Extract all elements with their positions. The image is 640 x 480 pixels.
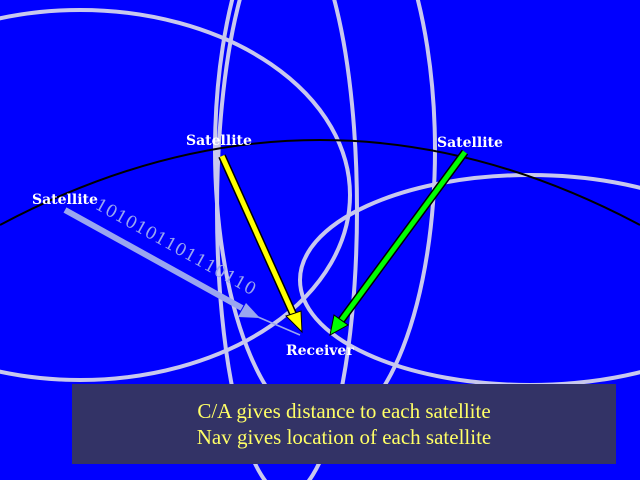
caption-line-1: C/A gives distance to each satellite	[197, 399, 491, 423]
satellite-label-left: Satellite	[32, 192, 98, 208]
receiver-label: Receiver	[286, 343, 354, 359]
left-signal-arrow	[63, 207, 301, 336]
satellite-label-center: Satellite	[186, 133, 252, 149]
nav-bitstream-text: 1010101101110110	[92, 195, 260, 300]
satellite-label-right: Satellite	[437, 135, 503, 151]
caption-line-2: Nav gives location of each satellite	[196, 425, 492, 449]
caption-box: C/A gives distance to each satellite Nav…	[72, 384, 616, 464]
